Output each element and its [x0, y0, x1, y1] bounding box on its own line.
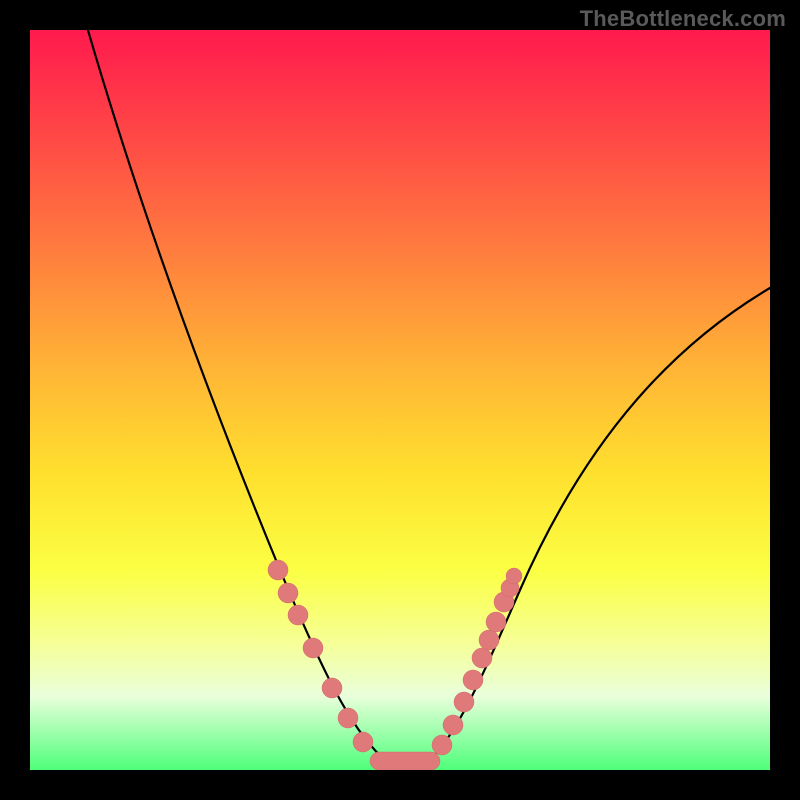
marker-dot: [443, 715, 463, 735]
marker-dot: [463, 670, 483, 690]
outer-frame: TheBottleneck.com: [0, 0, 800, 800]
bottleneck-curve: [30, 30, 770, 770]
marker-dot: [353, 732, 373, 752]
marker-dot: [278, 583, 298, 603]
marker-dot: [472, 648, 492, 668]
marker-dot: [322, 678, 342, 698]
marker-dot: [479, 630, 499, 650]
marker-dot: [288, 605, 308, 625]
marker-dot: [432, 735, 452, 755]
plot-area: [30, 30, 770, 770]
curve-left-branch: [85, 30, 385, 760]
marker-dot: [268, 560, 288, 580]
marker-dot: [506, 568, 522, 584]
watermark-text: TheBottleneck.com: [580, 6, 786, 32]
bottom-blob: [370, 752, 440, 770]
marker-dot: [303, 638, 323, 658]
marker-dot: [338, 708, 358, 728]
marker-dot: [454, 692, 474, 712]
marker-dot: [486, 612, 506, 632]
curve-right-branch: [430, 285, 770, 760]
